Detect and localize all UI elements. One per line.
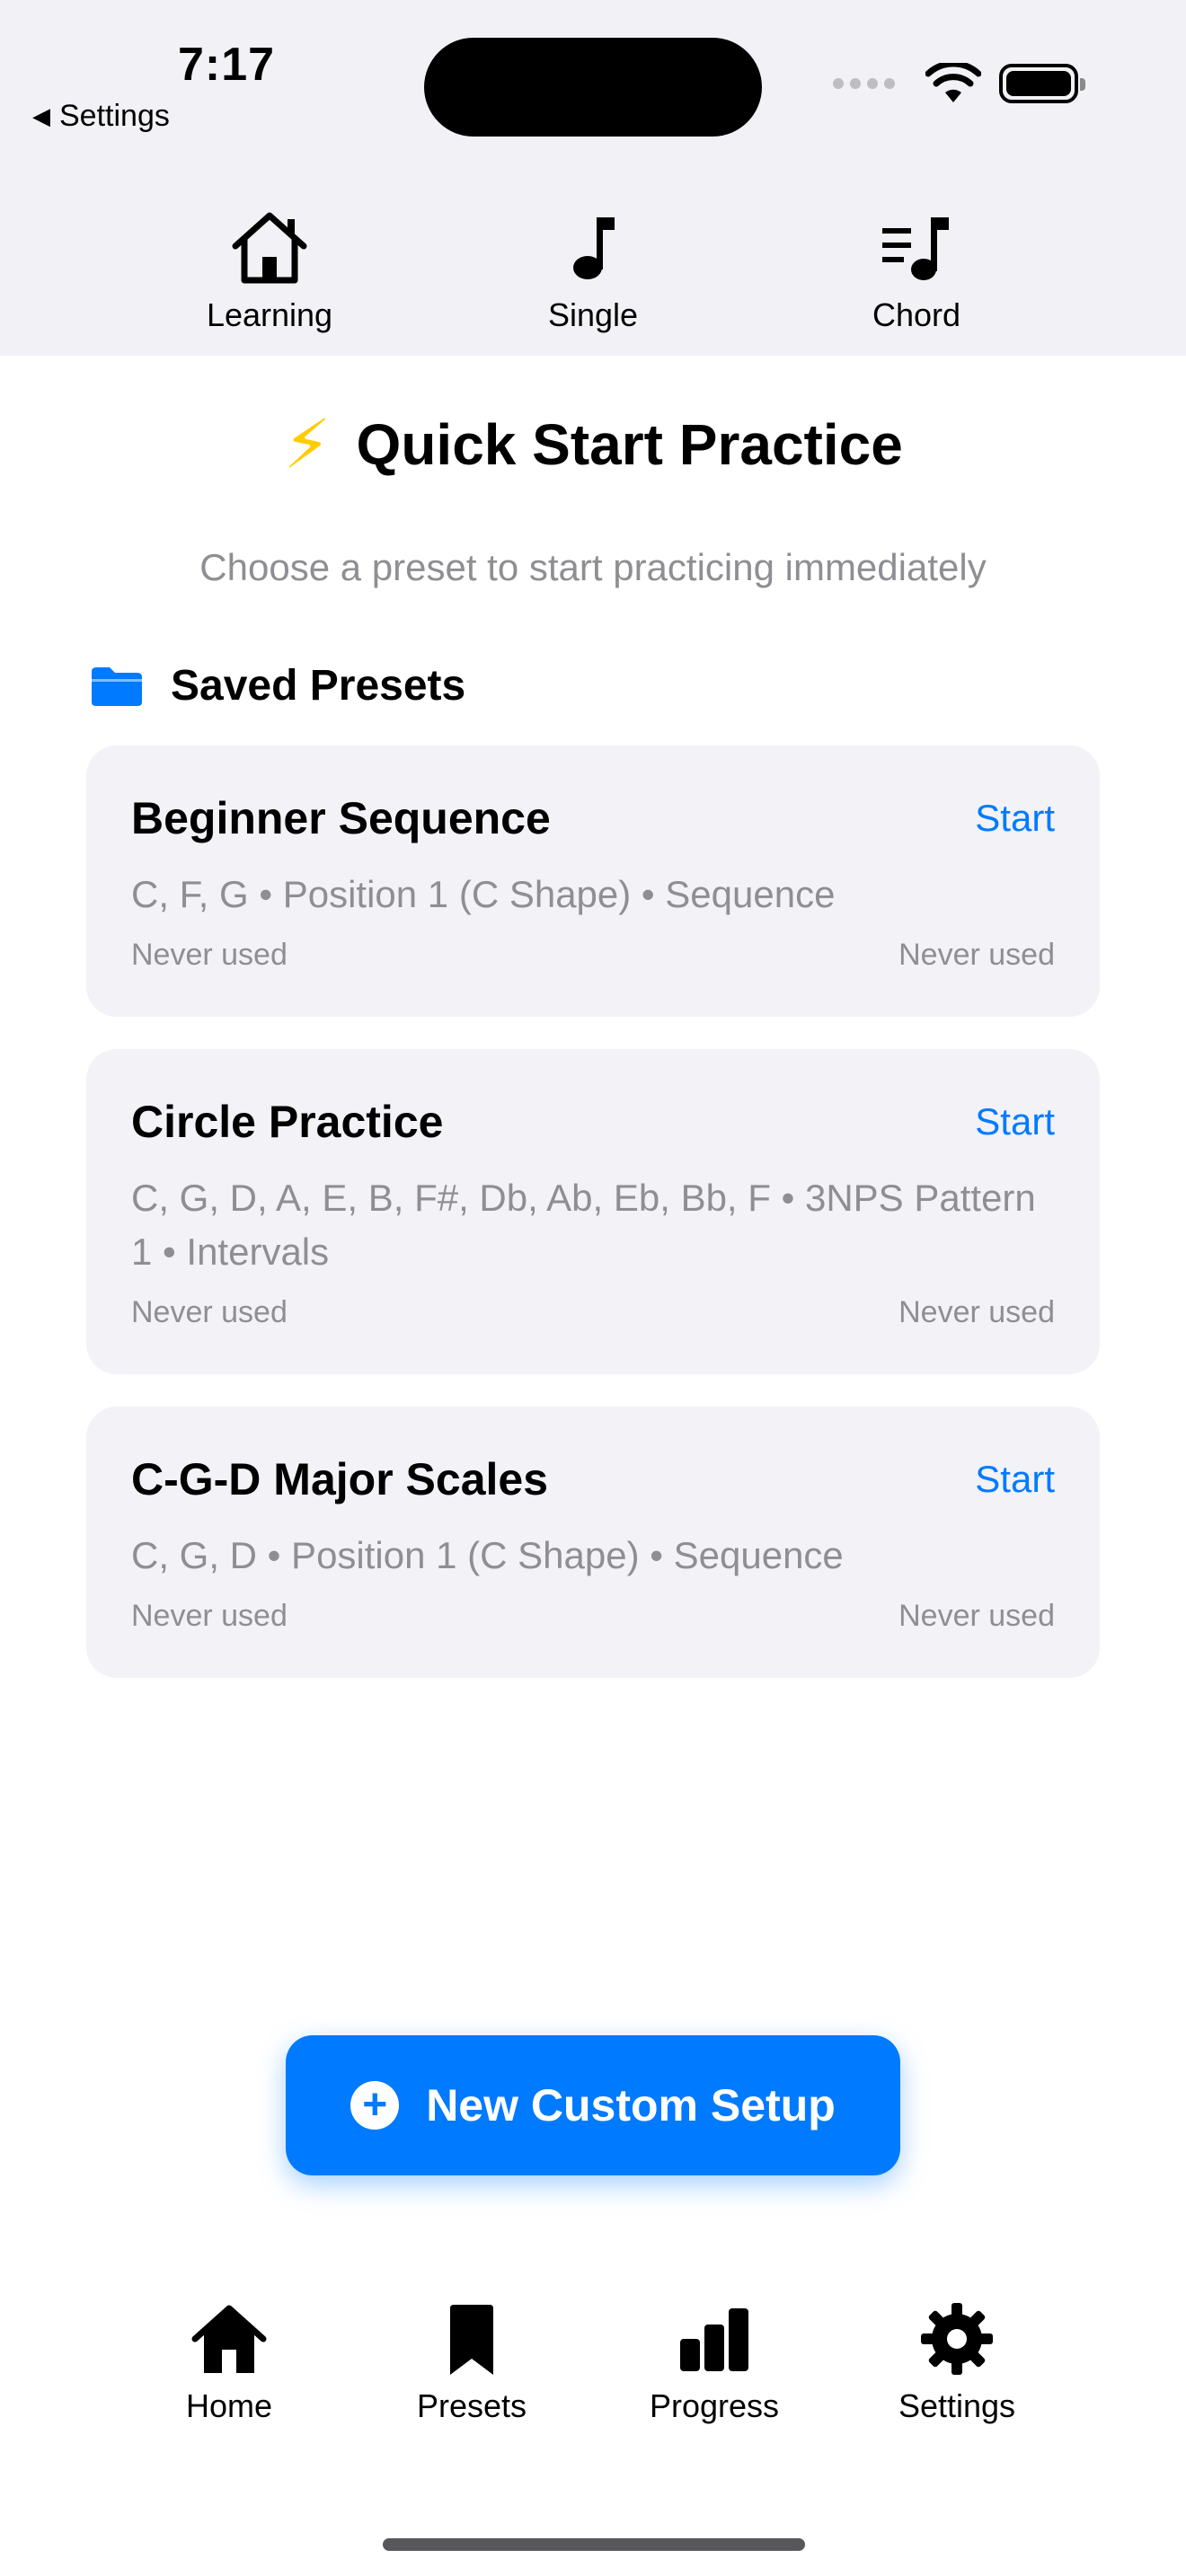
preset-name: Beginner Sequence bbox=[131, 793, 551, 843]
battery-icon bbox=[999, 64, 1085, 103]
top-segment-tabs: Learning Single Chord bbox=[0, 207, 1186, 334]
tab-presets[interactable]: Presets bbox=[350, 2299, 593, 2425]
preset-description: C, G, D • Position 1 (C Shape) • Sequenc… bbox=[131, 1534, 844, 1576]
tab-presets-label: Presets bbox=[416, 2387, 527, 2424]
tab-learning[interactable]: Learning bbox=[108, 207, 431, 334]
gear-icon bbox=[921, 2303, 993, 2375]
preset-usage-right: Never used bbox=[898, 1599, 1055, 1633]
page-title: ⚡ Quick Start Practice bbox=[0, 404, 1186, 484]
lightning-bolt-icon: ⚡ bbox=[283, 407, 332, 483]
plus-circle-icon: + bbox=[350, 2081, 400, 2130]
house-fill-icon bbox=[191, 2305, 267, 2373]
status-time: 7:17 bbox=[178, 39, 276, 91]
preset-usage-left: Never used bbox=[131, 938, 288, 972]
tab-settings[interactable]: Settings bbox=[836, 2299, 1078, 2425]
house-icon bbox=[232, 212, 307, 284]
signal-dots-icon bbox=[833, 78, 895, 89]
start-button[interactable]: Start bbox=[975, 1458, 1055, 1501]
page-subtitle: Choose a preset to start practicing imme… bbox=[199, 546, 987, 588]
preset-description: C, G, D, A, E, B, F#, Db, Ab, Eb, Bb, F … bbox=[131, 1177, 1036, 1273]
preset-name: C-G-D Major Scales bbox=[131, 1454, 549, 1504]
page-title-text: Quick Start Practice bbox=[356, 411, 903, 477]
tab-single-label: Single bbox=[547, 296, 639, 333]
wifi-icon bbox=[925, 63, 981, 102]
back-arrow-icon: ◀ bbox=[32, 102, 50, 129]
dynamic-island bbox=[424, 38, 762, 137]
preset-usage-right: Never used bbox=[898, 1295, 1055, 1329]
preset-name: Circle Practice bbox=[131, 1097, 444, 1147]
tab-learning-label: Learning bbox=[206, 296, 333, 333]
folder-icon bbox=[92, 666, 142, 706]
start-button[interactable]: Start bbox=[975, 1100, 1055, 1143]
tab-settings-label: Settings bbox=[898, 2387, 1016, 2424]
preset-description: C, F, G • Position 1 (C Shape) • Sequenc… bbox=[131, 873, 836, 915]
tab-home-label: Home bbox=[185, 2387, 273, 2424]
bookmark-icon bbox=[450, 2305, 493, 2375]
tab-chord[interactable]: Chord bbox=[755, 207, 1078, 334]
back-to-settings-link[interactable]: ◀ Settings bbox=[32, 99, 170, 134]
preset-usage-left: Never used bbox=[131, 1295, 288, 1329]
tab-progress-label: Progress bbox=[649, 2387, 780, 2424]
tab-chord-label: Chord bbox=[872, 296, 961, 333]
preset-card[interactable]: C-G-D Major Scales Start C, G, D • Posit… bbox=[86, 1407, 1100, 1678]
tab-single[interactable]: Single bbox=[431, 207, 755, 334]
saved-presets-header: Saved Presets bbox=[90, 661, 465, 710]
preset-usage-left: Never used bbox=[131, 1599, 288, 1633]
music-note-icon bbox=[573, 217, 615, 279]
status-icons bbox=[833, 63, 1085, 104]
saved-presets-title: Saved Presets bbox=[171, 662, 466, 710]
preset-usage-right: Never used bbox=[898, 938, 1055, 972]
new-custom-setup-button[interactable]: + New Custom Setup bbox=[286, 2035, 900, 2175]
bottom-tab-bar: Home Presets Progress Settings bbox=[0, 2299, 1186, 2425]
preset-card[interactable]: Circle Practice Start C, G, D, A, E, B, … bbox=[86, 1049, 1100, 1374]
start-button[interactable]: Start bbox=[975, 797, 1055, 840]
tab-progress[interactable]: Progress bbox=[593, 2299, 836, 2425]
new-custom-setup-label: New Custom Setup bbox=[426, 2080, 836, 2130]
bar-chart-icon bbox=[680, 2308, 748, 2371]
tab-home[interactable]: Home bbox=[108, 2299, 350, 2425]
preset-card[interactable]: Beginner Sequence Start C, F, G • Positi… bbox=[86, 745, 1100, 1017]
top-area: 7:17 ◀ Settings Learning Single Chord bbox=[0, 0, 1186, 356]
home-indicator[interactable] bbox=[383, 2538, 805, 2551]
back-link-label: Settings bbox=[59, 99, 170, 133]
music-list-icon bbox=[882, 217, 949, 280]
